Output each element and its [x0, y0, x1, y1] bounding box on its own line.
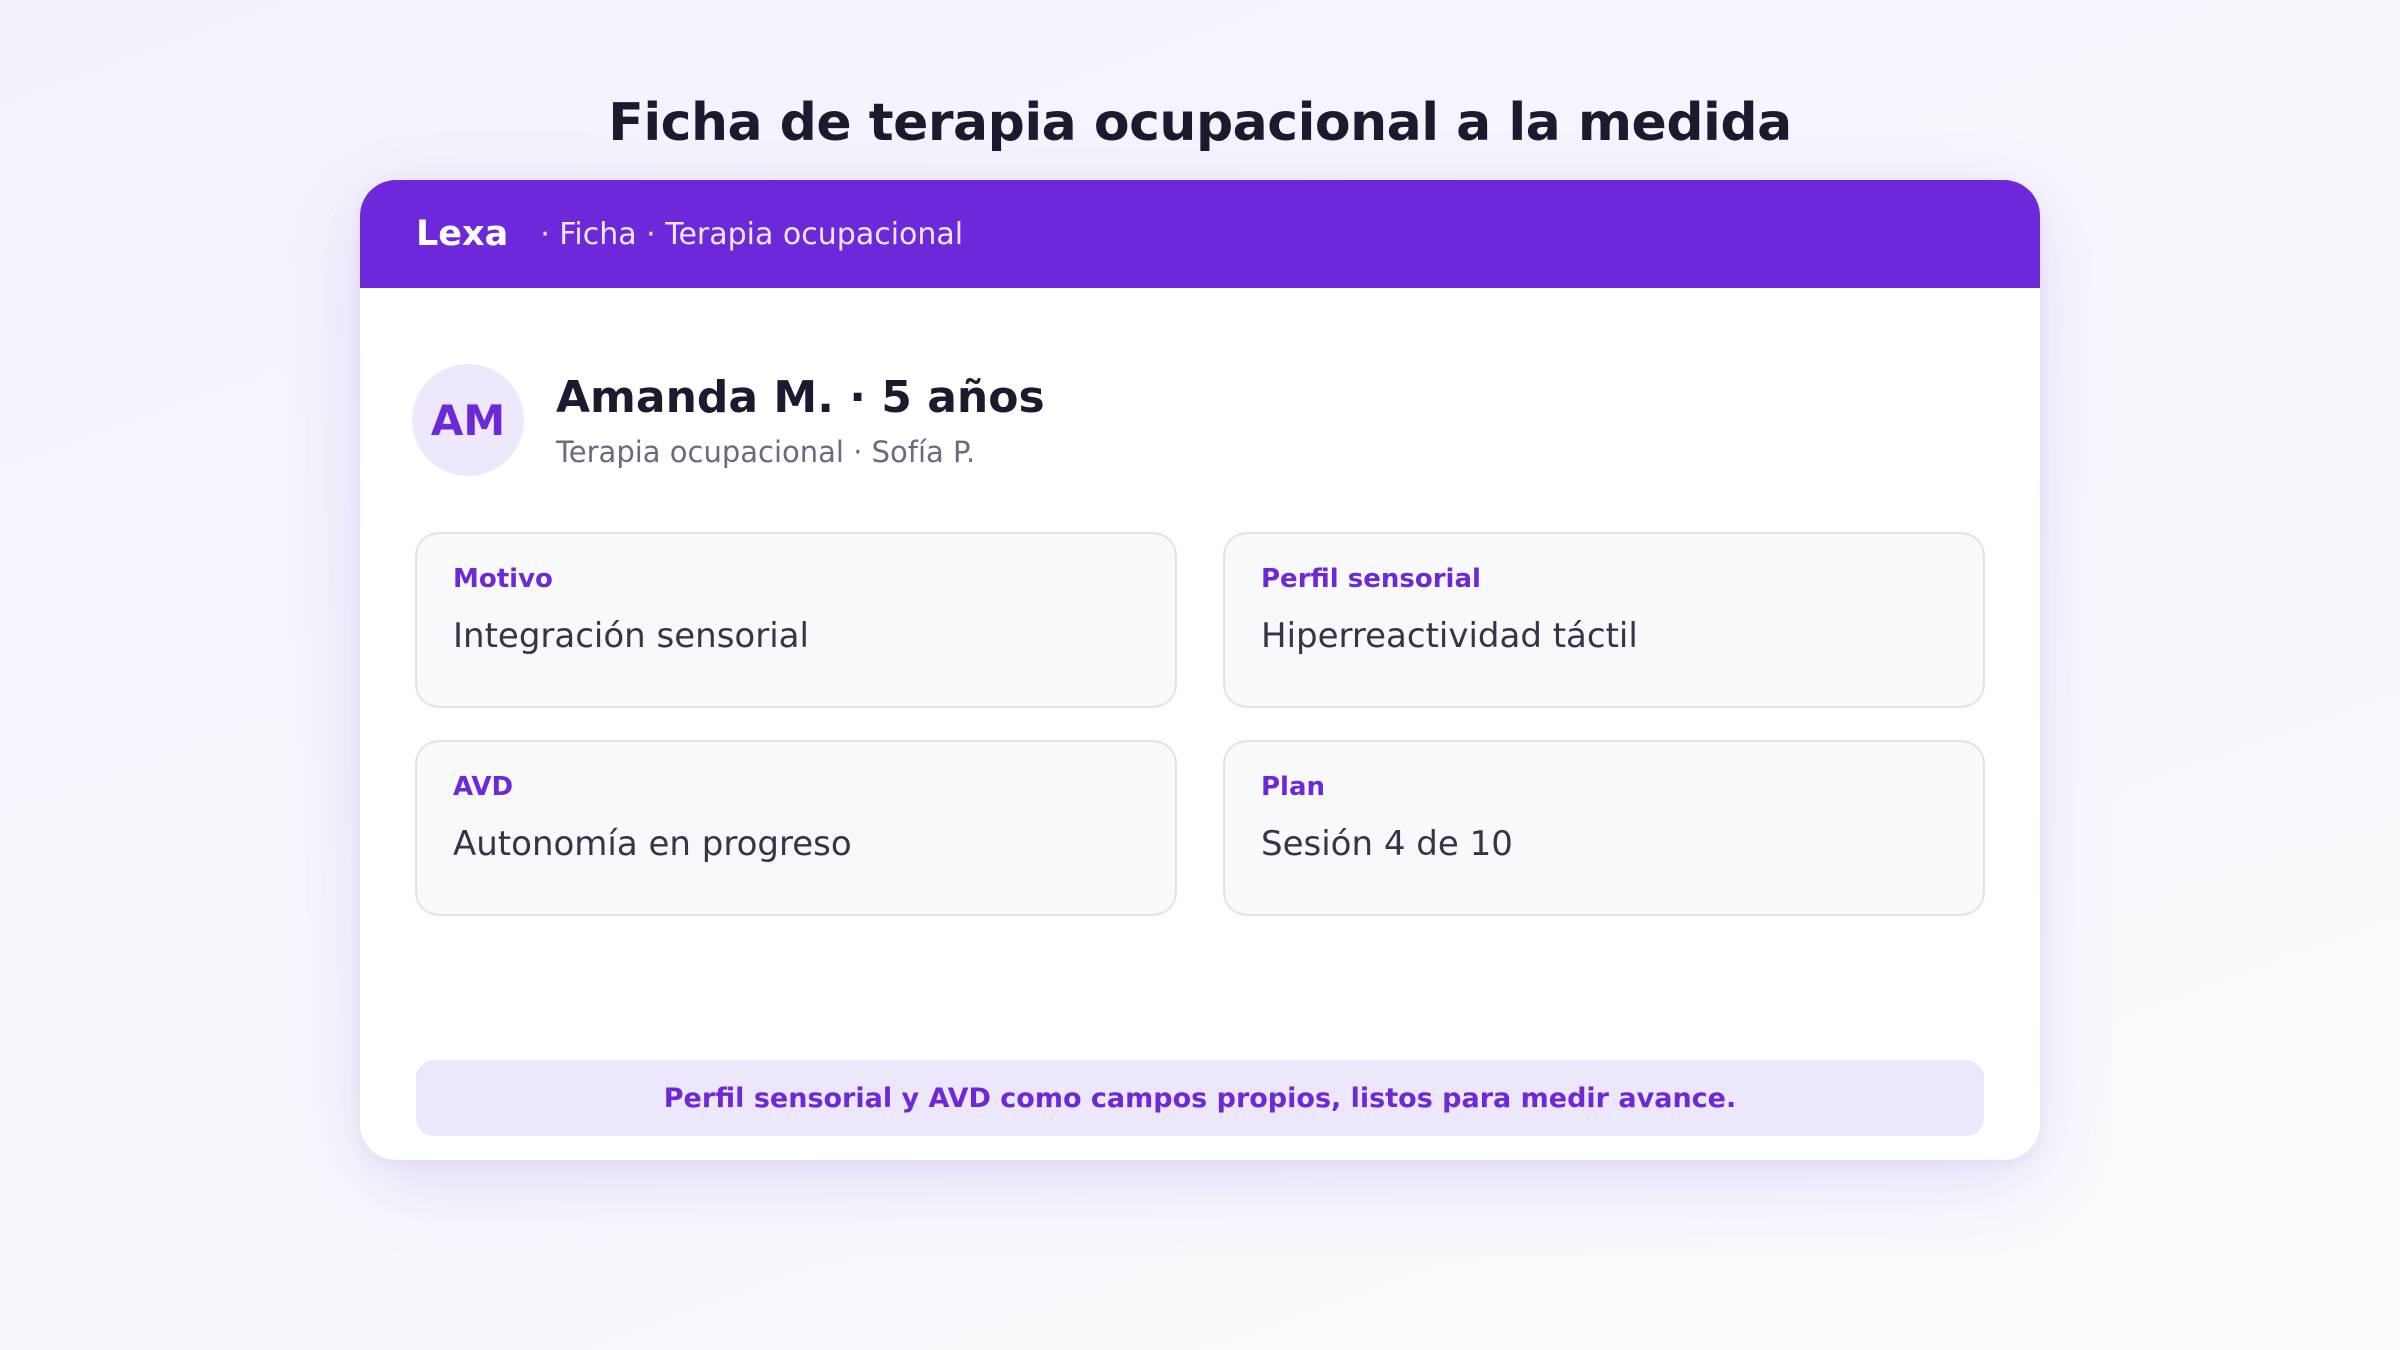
field-label: Perfil sensorial — [1261, 564, 1481, 594]
page-title: Ficha de terapia ocupacional a la medida — [608, 92, 1792, 153]
field-perfil-sensorial[interactable]: Perfil sensorial Hiperreactividad táctil — [1223, 532, 1985, 708]
field-label: Motivo — [453, 564, 553, 594]
patient-summary: AM Amanda M. · 5 años Terapia ocupaciona… — [412, 364, 1045, 476]
patient-subtitle: Terapia ocupacional · Sofía P. — [556, 434, 976, 469]
brand-logo[interactable]: Lexa — [416, 214, 508, 254]
field-label: AVD — [453, 772, 514, 802]
card-header: Lexa · Ficha · Terapia ocupacional — [360, 180, 2040, 288]
field-value: Integración sensorial — [453, 616, 809, 656]
breadcrumb: · Ficha · Terapia ocupacional — [540, 216, 964, 252]
fields-grid: Motivo Integración sensorial Perfil sens… — [415, 532, 1985, 916]
field-avd[interactable]: AVD Autonomía en progreso — [415, 740, 1177, 916]
field-value: Hiperreactividad táctil — [1261, 616, 1638, 656]
patient-card: Lexa · Ficha · Terapia ocupacional AM Am… — [360, 180, 2040, 1160]
field-plan[interactable]: Plan Sesión 4 de 10 — [1223, 740, 1985, 916]
field-value: Autonomía en progreso — [453, 824, 852, 864]
field-motivo[interactable]: Motivo Integración sensorial — [415, 532, 1177, 708]
patient-name: Amanda M. · 5 años — [556, 371, 1045, 423]
avatar: AM — [412, 364, 524, 476]
field-value: Sesión 4 de 10 — [1261, 824, 1513, 864]
field-label: Plan — [1261, 772, 1326, 802]
footer-note: Perfil sensorial y AVD como campos propi… — [416, 1060, 1984, 1136]
patient-info: Amanda M. · 5 años Terapia ocupacional ·… — [556, 372, 1045, 469]
